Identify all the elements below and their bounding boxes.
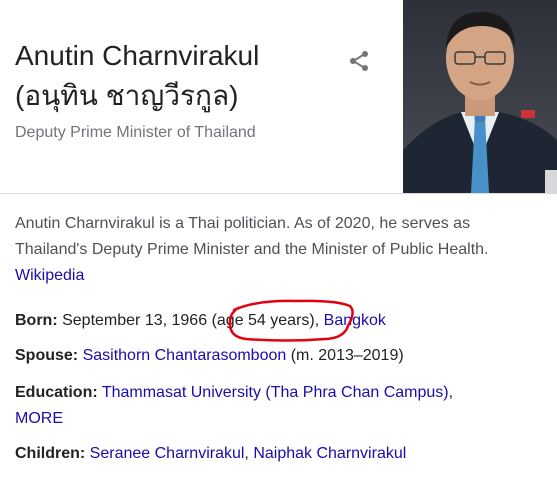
born-age: (age 54 years) xyxy=(211,312,315,329)
fact-label-spouse: Spouse: xyxy=(15,347,79,364)
born-date: September 13, 1966 xyxy=(62,312,208,329)
spouse-link[interactable]: Sasithorn Chantarasomboon xyxy=(83,347,287,364)
fact-born: Born: September 13, 1966 (age 54 years),… xyxy=(15,308,386,334)
fact-label-born: Born: xyxy=(15,312,58,329)
share-icon xyxy=(350,51,368,71)
born-place-link[interactable]: Bangkok xyxy=(324,312,386,329)
born-separator: , xyxy=(314,312,320,329)
wikipedia-link[interactable]: Wikipedia xyxy=(15,267,84,284)
entity-native-name: (อนุทิน ชาญวีรกูล) xyxy=(15,80,239,111)
knowledge-panel-header: Anutin Charnvirakul (อนุทิน ชาญวีรกูล) D… xyxy=(0,0,557,193)
portrait-image xyxy=(403,0,557,193)
fact-spouse: Spouse: Sasithorn Chantarasomboon (m. 20… xyxy=(15,343,404,369)
section-divider xyxy=(0,193,557,194)
entity-subtitle: Deputy Prime Minister of Thailand xyxy=(15,124,256,141)
education-more-link[interactable]: MORE xyxy=(15,410,63,427)
entity-photo[interactable] xyxy=(403,0,557,193)
education-separator: , xyxy=(448,384,454,401)
spouse-detail: (m. 2013–2019) xyxy=(290,347,404,364)
child-link-1[interactable]: Seranee Charnvirakul xyxy=(90,445,245,462)
description-text: Anutin Charnvirakul is a Thai politician… xyxy=(15,215,489,258)
fact-label-children: Children: xyxy=(15,445,86,462)
education-link[interactable]: Thammasat University (Tha Phra Chan Camp… xyxy=(102,384,449,401)
share-button[interactable] xyxy=(343,45,375,77)
children-separator: , xyxy=(244,445,249,462)
fact-education: Education: Thammasat University (Tha Phr… xyxy=(15,380,545,432)
fact-label-education: Education: xyxy=(15,384,98,401)
entity-description: Anutin Charnvirakul is a Thai politician… xyxy=(15,211,545,289)
fact-children: Children: Seranee Charnvirakul, Naiphak … xyxy=(15,441,406,467)
entity-title: Anutin Charnvirakul xyxy=(15,40,260,71)
child-link-2[interactable]: Naiphak Charnvirakul xyxy=(253,445,406,462)
